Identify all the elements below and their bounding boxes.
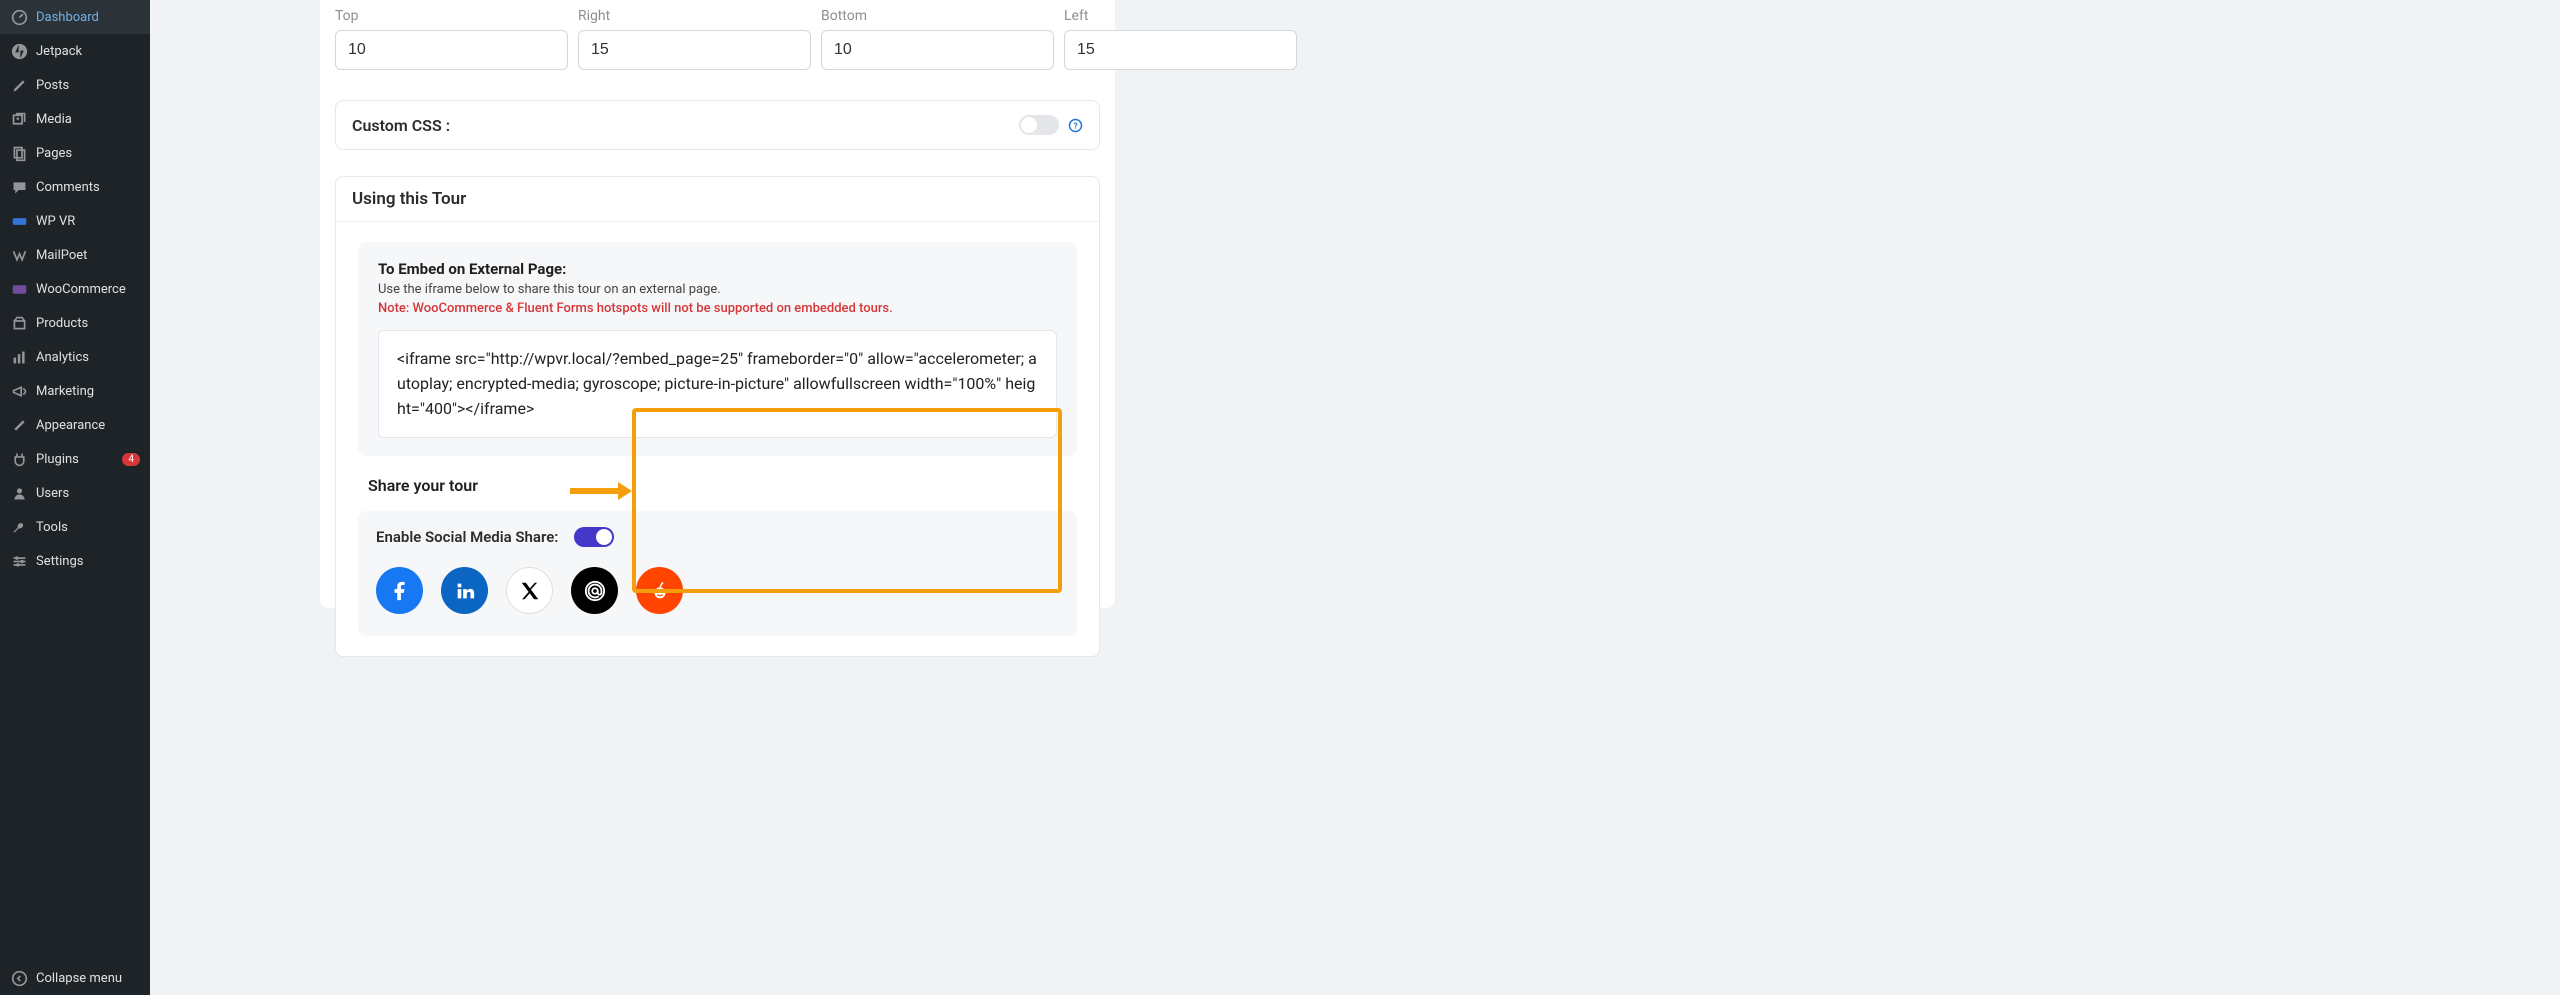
sidebar-item-label: Jetpack — [36, 44, 82, 59]
svg-text:?: ? — [1073, 121, 1077, 131]
share-body: Enable Social Media Share: — [358, 511, 1077, 636]
custom-css-card: Custom CSS : ? — [335, 100, 1100, 150]
user-icon — [10, 484, 28, 502]
sidebar-item-mailpoet[interactable]: MailPoet — [0, 238, 150, 272]
woocommerce-icon — [10, 280, 28, 298]
share-title: Share your tour — [358, 466, 1077, 505]
sidebar-item-label: WP VR — [36, 214, 75, 229]
brush-icon — [10, 416, 28, 434]
main-content: Top Right Bottom Left Custom CSS : ? — [150, 0, 2560, 995]
vr-icon — [10, 212, 28, 230]
share-section: Share your tour — [358, 466, 1077, 505]
sidebar-item-label: Comments — [36, 180, 100, 195]
custom-css-toggle[interactable] — [1019, 115, 1059, 135]
analytics-icon — [10, 348, 28, 366]
padding-top-label: Top — [335, 8, 568, 24]
padding-bottom-input[interactable] — [821, 30, 1054, 70]
embed-block: To Embed on External Page: Use the ifram… — [358, 242, 1077, 456]
sidebar-item-pages[interactable]: Pages — [0, 136, 150, 170]
custom-css-label: Custom CSS : — [352, 116, 450, 135]
sidebar-item-products[interactable]: Products — [0, 306, 150, 340]
embed-subtitle: Use the iframe below to share this tour … — [378, 282, 1057, 297]
sidebar-item-label: Media — [36, 112, 72, 127]
padding-top: Top — [335, 8, 568, 70]
using-tour-card: Using this Tour To Embed on External Pag… — [335, 176, 1100, 657]
sidebar-item-settings[interactable]: Settings — [0, 544, 150, 578]
embed-note: Note: WooCommerce & Fluent Forms hotspot… — [378, 301, 1057, 316]
padding-top-input[interactable] — [335, 30, 568, 70]
sidebar-item-label: Marketing — [36, 384, 94, 399]
sidebar-item-label: Plugins — [36, 452, 79, 467]
sidebar-item-media[interactable]: Media — [0, 102, 150, 136]
sidebar-item-label: MailPoet — [36, 248, 87, 263]
collapse-label: Collapse menu — [36, 971, 122, 986]
sidebar-item-users[interactable]: Users — [0, 476, 150, 510]
share-label: Enable Social Media Share: — [376, 528, 558, 546]
sidebar-item-analytics[interactable]: Analytics — [0, 340, 150, 374]
pages-icon — [10, 144, 28, 162]
social-icons-row — [376, 567, 1059, 614]
sidebar-item-label: Pages — [36, 146, 72, 161]
padding-right-input[interactable] — [578, 30, 811, 70]
sidebar-item-label: Tools — [36, 520, 68, 535]
social-share-toggle[interactable] — [574, 527, 614, 547]
iframe-code[interactable]: <iframe src="http://wpvr.local/?embed_pa… — [378, 330, 1057, 438]
padding-right-label: Right — [578, 8, 811, 24]
settings-panel: Top Right Bottom Left Custom CSS : ? — [320, 0, 1115, 608]
collapse-icon — [10, 969, 28, 987]
pin-icon — [10, 76, 28, 94]
sidebar-item-dashboard[interactable]: Dashboard — [0, 0, 150, 34]
settings-icon — [10, 552, 28, 570]
plugin-icon — [10, 450, 28, 468]
comment-icon — [10, 178, 28, 196]
media-icon — [10, 110, 28, 128]
sidebar-item-woocommerce[interactable]: WooCommerce — [0, 272, 150, 306]
using-tour-header: Using this Tour — [336, 177, 1099, 222]
sidebar-item-label: Analytics — [36, 350, 89, 365]
help-icon[interactable]: ? — [1067, 117, 1083, 133]
products-icon — [10, 314, 28, 332]
sidebar-item-jetpack[interactable]: Jetpack — [0, 34, 150, 68]
admin-sidebar: Dashboard Jetpack Posts Media Pages Comm… — [0, 0, 150, 995]
x-twitter-icon[interactable] — [506, 567, 553, 614]
padding-left: Left — [1064, 8, 1297, 70]
padding-bottom-label: Bottom — [821, 8, 1054, 24]
collapse-menu[interactable]: Collapse menu — [0, 961, 150, 995]
embed-title: To Embed on External Page: — [378, 260, 1057, 278]
sidebar-item-label: Products — [36, 316, 88, 331]
sidebar-item-appearance[interactable]: Appearance — [0, 408, 150, 442]
sidebar-item-label: Users — [36, 486, 69, 501]
jetpack-icon — [10, 42, 28, 60]
sidebar-item-plugins[interactable]: Plugins 4 — [0, 442, 150, 476]
sidebar-item-label: Settings — [36, 554, 83, 569]
padding-right: Right — [578, 8, 811, 70]
sidebar-item-tools[interactable]: Tools — [0, 510, 150, 544]
sidebar-item-comments[interactable]: Comments — [0, 170, 150, 204]
sidebar-item-posts[interactable]: Posts — [0, 68, 150, 102]
wrench-icon — [10, 518, 28, 536]
mailpoet-icon — [10, 246, 28, 264]
share-toggle-row: Enable Social Media Share: — [376, 527, 1059, 547]
sidebar-item-label: Appearance — [36, 418, 105, 433]
linkedin-icon[interactable] — [441, 567, 488, 614]
reddit-icon[interactable] — [636, 567, 683, 614]
padding-left-input[interactable] — [1064, 30, 1297, 70]
megaphone-icon — [10, 382, 28, 400]
padding-left-label: Left — [1064, 8, 1297, 24]
sidebar-item-marketing[interactable]: Marketing — [0, 374, 150, 408]
sidebar-item-label: Posts — [36, 78, 69, 93]
dashboard-icon — [10, 8, 28, 26]
email-icon[interactable] — [571, 567, 618, 614]
sidebar-item-label: Dashboard — [36, 10, 99, 25]
padding-bottom: Bottom — [821, 8, 1054, 70]
plugins-badge: 4 — [122, 453, 140, 466]
sidebar-item-label: WooCommerce — [36, 282, 126, 297]
facebook-icon[interactable] — [376, 567, 423, 614]
sidebar-item-wpvr[interactable]: WP VR — [0, 204, 150, 238]
padding-row: Top Right Bottom Left — [320, 8, 1115, 70]
